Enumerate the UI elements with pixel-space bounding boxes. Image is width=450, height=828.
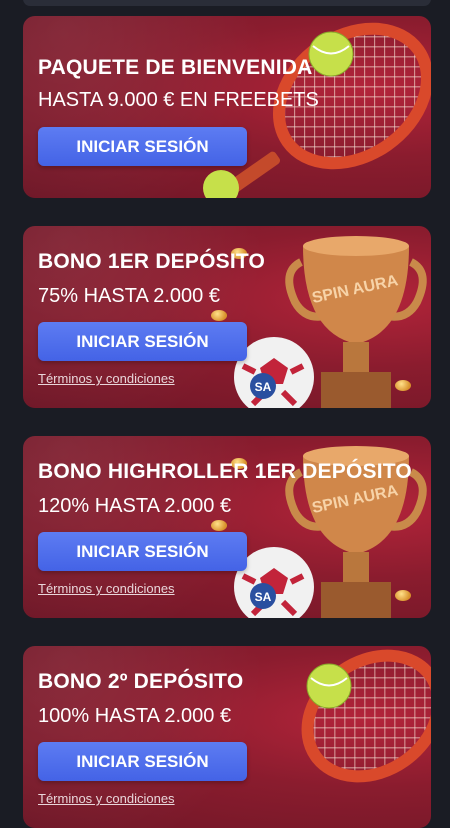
promo-card-welcome: PAQUETE DE BIENVENIDA HASTA 9.000 € EN F… [23,16,431,198]
previous-card-edge [23,0,431,6]
card-subtitle: 100% HASTA 2.000 € [38,705,232,727]
card-title: BONO 1ER DEPÓSITO [38,250,266,273]
card-title: BONO 2º DEPÓSITO [38,670,244,693]
login-button[interactable]: INICIAR SESIÓN [38,532,247,571]
card-title: BONO HIGHROLLER 1ER DEPÓSITO [38,460,412,483]
promo-card-highroller: SPIN AURA SA BONO HIGHROLLER 1ER DEPÓSIT… [23,436,431,618]
coin-decoration [211,520,227,531]
terms-link[interactable]: Términos y condiciones [38,791,175,806]
card-subtitle: 75% HASTA 2.000 € [38,285,220,307]
login-button[interactable]: INICIAR SESIÓN [38,127,247,166]
svg-text:SA: SA [255,380,272,394]
promo-card-second-deposit: BONO 2º DEPÓSITO 100% HASTA 2.000 € INIC… [23,646,431,828]
terms-link[interactable]: Términos y condiciones [38,581,175,596]
card-title: PAQUETE DE BIENVENIDA [38,56,313,79]
terms-link[interactable]: Términos y condiciones [38,371,175,386]
coin-decoration [211,310,227,321]
svg-text:SA: SA [255,590,272,604]
login-button[interactable]: INICIAR SESIÓN [38,742,247,781]
coin-decoration [395,380,411,391]
coin-decoration [395,590,411,601]
promo-card-first-deposit: SPIN AURA SA BONO 1ER DEPÓSITO 75% HASTA… [23,226,431,408]
card-subtitle: HASTA 9.000 € EN FREEBETS [38,89,319,111]
tennis-racket-icon [253,646,431,828]
login-button[interactable]: INICIAR SESIÓN [38,322,247,361]
card-subtitle: 120% HASTA 2.000 € [38,495,232,517]
